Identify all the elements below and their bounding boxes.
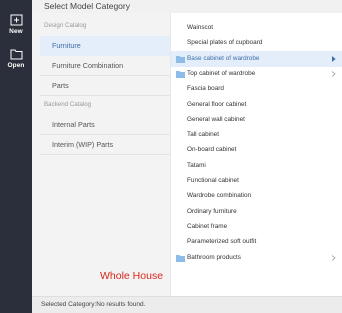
catalog-panel: Design Catalog Furniture Furniture Combi… [32,13,200,296]
status-bar: Selected Category:No results found. [32,296,342,313]
category-item[interactable]: Wardrobe combination [171,188,342,204]
category-item-label: Ordinary furniture [187,207,237,215]
category-list: Wainscot Special plates of cupboard Base c… [170,13,342,296]
category-item-label: Fascia board [187,85,224,93]
category-item[interactable]: Functional cabinet [171,173,342,189]
design-catalog-title: Design Catalog [44,22,87,29]
open-button[interactable]: Open [0,47,32,77]
folder-icon [176,254,185,262]
category-item[interactable]: Ordinary furniture [171,204,342,220]
category-item-label: Tall cabinet [187,131,219,139]
folder-open-icon [10,49,22,60]
category-item-label: Wardrobe combination [187,192,252,200]
category-item-label: Functional cabinet [187,177,239,184]
dialog-header: Select Model Category [32,0,342,13]
whole-house-label: Whole House [100,270,164,282]
category-item[interactable]: General wall cabinet [171,112,342,128]
chevron-right-icon [331,55,336,62]
dialog-title: Select Model Category [44,1,130,11]
new-label: New [9,28,23,35]
category-item[interactable]: On-board cabinet [171,142,342,158]
category-item[interactable]: Tatami [171,158,342,174]
category-item-label: On-board cabinet [187,146,237,154]
category-item-label: Bathroom products [187,253,241,261]
category-item[interactable]: Wainscot [171,20,342,36]
category-item[interactable]: Bathroom products [171,250,342,266]
category-item[interactable]: Special plates of cupboard [171,35,342,51]
category-item-label: Wainscot [187,24,214,31]
category-item-label: General floor cabinet [187,100,247,108]
category-item-label: Tatami [187,161,206,169]
left-toolbar: New Open [0,0,32,313]
new-button[interactable]: New [0,13,32,43]
category-item-label: Base cabinet of wardrobe [187,54,260,62]
category-item[interactable]: General floor cabinet [171,97,342,113]
chevron-right-icon [331,71,336,77]
category-item[interactable]: Cabinet frame [171,219,342,235]
backend-catalog-title: Backend Catalog [44,101,92,108]
category-item[interactable]: Top cabinet of wardrobe [171,66,342,82]
category-item[interactable]: Fascia board [171,81,342,97]
folder-icon [176,70,185,78]
status-message: Selected Category:No results found. [41,301,146,308]
new-file-icon [10,14,22,26]
category-item[interactable]: Parameterized soft outfit [171,234,342,250]
category-item-label: Special plates of cupboard [187,39,263,47]
category-item-label: Top cabinet of wardrobe [187,69,256,77]
folder-icon [176,55,185,63]
category-item-label: Parameterized soft outfit [187,238,257,246]
category-item-label: Cabinet frame [187,222,228,230]
category-item-label: General wall cabinet [187,115,245,123]
open-label: Open [7,62,25,69]
category-item[interactable]: Tall cabinet [171,127,342,143]
chevron-right-icon [331,254,336,261]
category-item[interactable]: Base cabinet of wardrobe [171,50,342,67]
